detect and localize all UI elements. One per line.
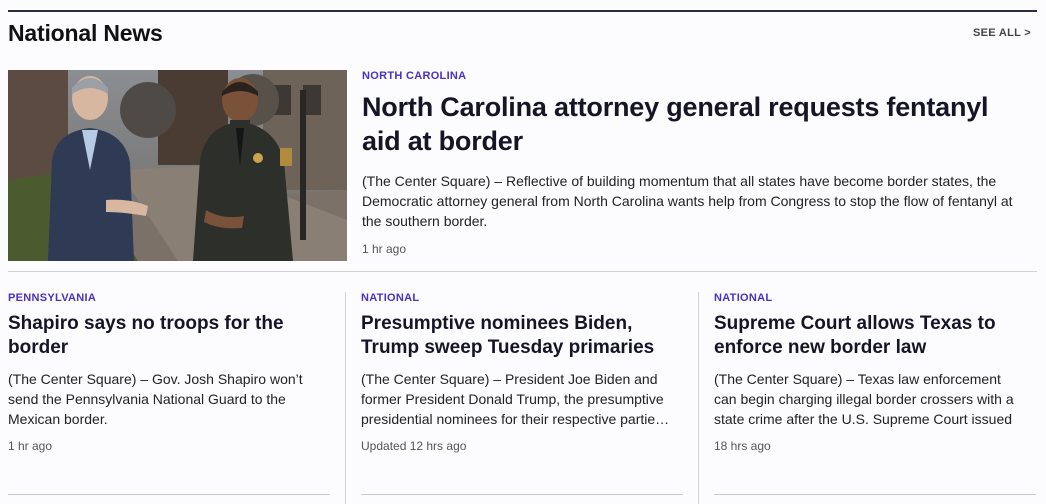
card-kicker[interactable]: NATIONAL [361,292,671,304]
column-separator [345,292,346,504]
card-timestamp: 18 hrs ago [714,439,771,453]
card-kicker[interactable]: NATIONAL [714,292,1024,304]
story-card: NATIONAL Supreme Court allows Texas to e… [714,292,1024,453]
card-headline[interactable]: Supreme Court allows Texas to enforce ne… [714,312,1024,360]
card-timestamp: Updated 12 hrs ago [361,439,467,453]
lead-photo-illustration [8,70,347,261]
lead-summary: (The Center Square) – Reflective of buil… [362,173,1013,229]
section-top-rule [8,10,1037,12]
card-divider [8,494,330,495]
card-divider [714,494,1036,495]
card-summary: (The Center Square) – Gov. Josh Shapiro … [8,371,303,427]
column-separator [698,292,699,504]
lead-timestamp: 1 hr ago [362,242,407,256]
lead-headline[interactable]: North Carolina attorney general requests… [362,90,1032,158]
card-timestamp: 1 hr ago [8,439,53,453]
card-divider [361,494,683,495]
lead-story: NORTH CAROLINA North Carolina attorney g… [362,70,1032,256]
lead-story-photo[interactable] [8,70,347,261]
card-headline[interactable]: Shapiro says no troops for the border [8,312,318,360]
card-summary: (The Center Square) – Texas law enforcem… [714,371,1014,427]
section-title: National News [8,20,163,46]
see-all-link[interactable]: SEE ALL > [973,27,1031,39]
story-card: NATIONAL Presumptive nominees Biden, Tru… [361,292,671,453]
card-summary: (The Center Square) – President Joe Bide… [361,371,670,427]
card-kicker[interactable]: PENNSYLVANIA [8,292,318,304]
card-headline[interactable]: Presumptive nominees Biden, Trump sweep … [361,312,671,360]
story-card: PENNSYLVANIA Shapiro says no troops for … [8,292,318,453]
section-divider [8,271,1037,272]
lead-kicker[interactable]: NORTH CAROLINA [362,70,1032,82]
